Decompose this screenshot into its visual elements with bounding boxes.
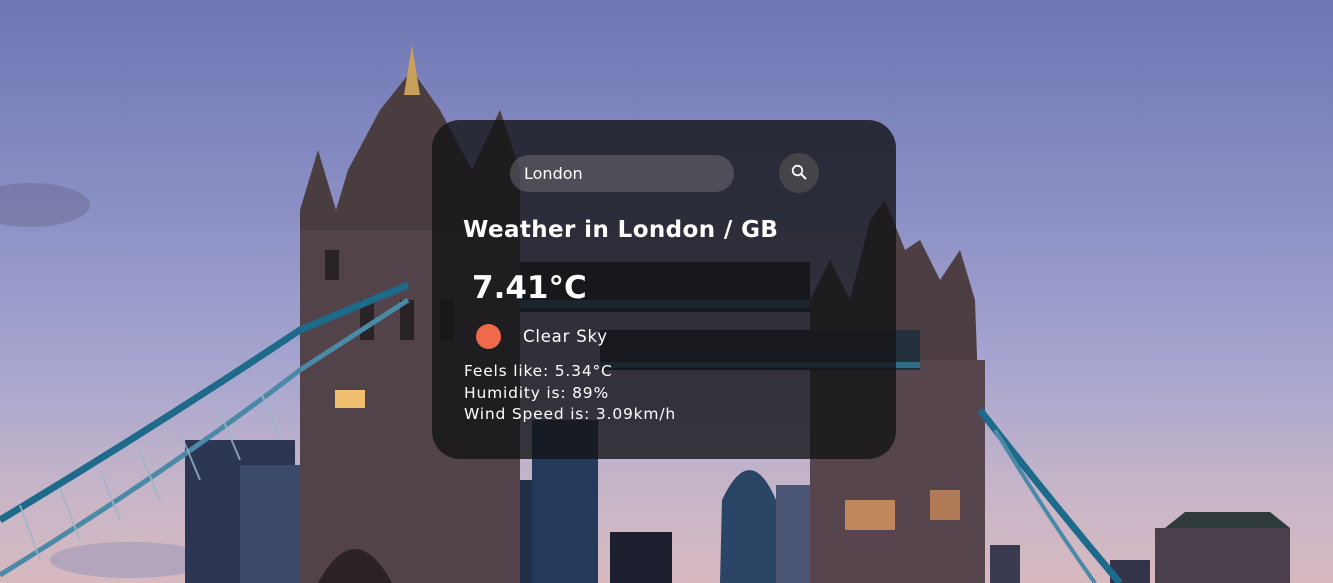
search-icon <box>791 164 807 183</box>
humidity-text: Humidity is: 89% <box>464 383 609 402</box>
feels-like-text: Feels like: 5.34°C <box>464 362 613 380</box>
search-bar <box>510 153 820 195</box>
weather-card: Weather in London / GB 7.41°C Clear Sky … <box>432 120 896 459</box>
weather-description-row: Clear Sky <box>476 323 608 349</box>
weather-description: Clear Sky <box>523 326 608 346</box>
search-button[interactable] <box>779 153 819 193</box>
city-search-input[interactable] <box>510 155 734 192</box>
wind-speed-text: Wind Speed is: 3.09km/h <box>464 405 676 423</box>
weather-details: Feels like: 5.34°C Humidity is: 89% Wind… <box>464 361 676 426</box>
temperature-value: 7.41°C <box>472 270 587 306</box>
weather-location-title: Weather in London / GB <box>463 217 779 243</box>
weather-condition-icon <box>476 323 501 349</box>
